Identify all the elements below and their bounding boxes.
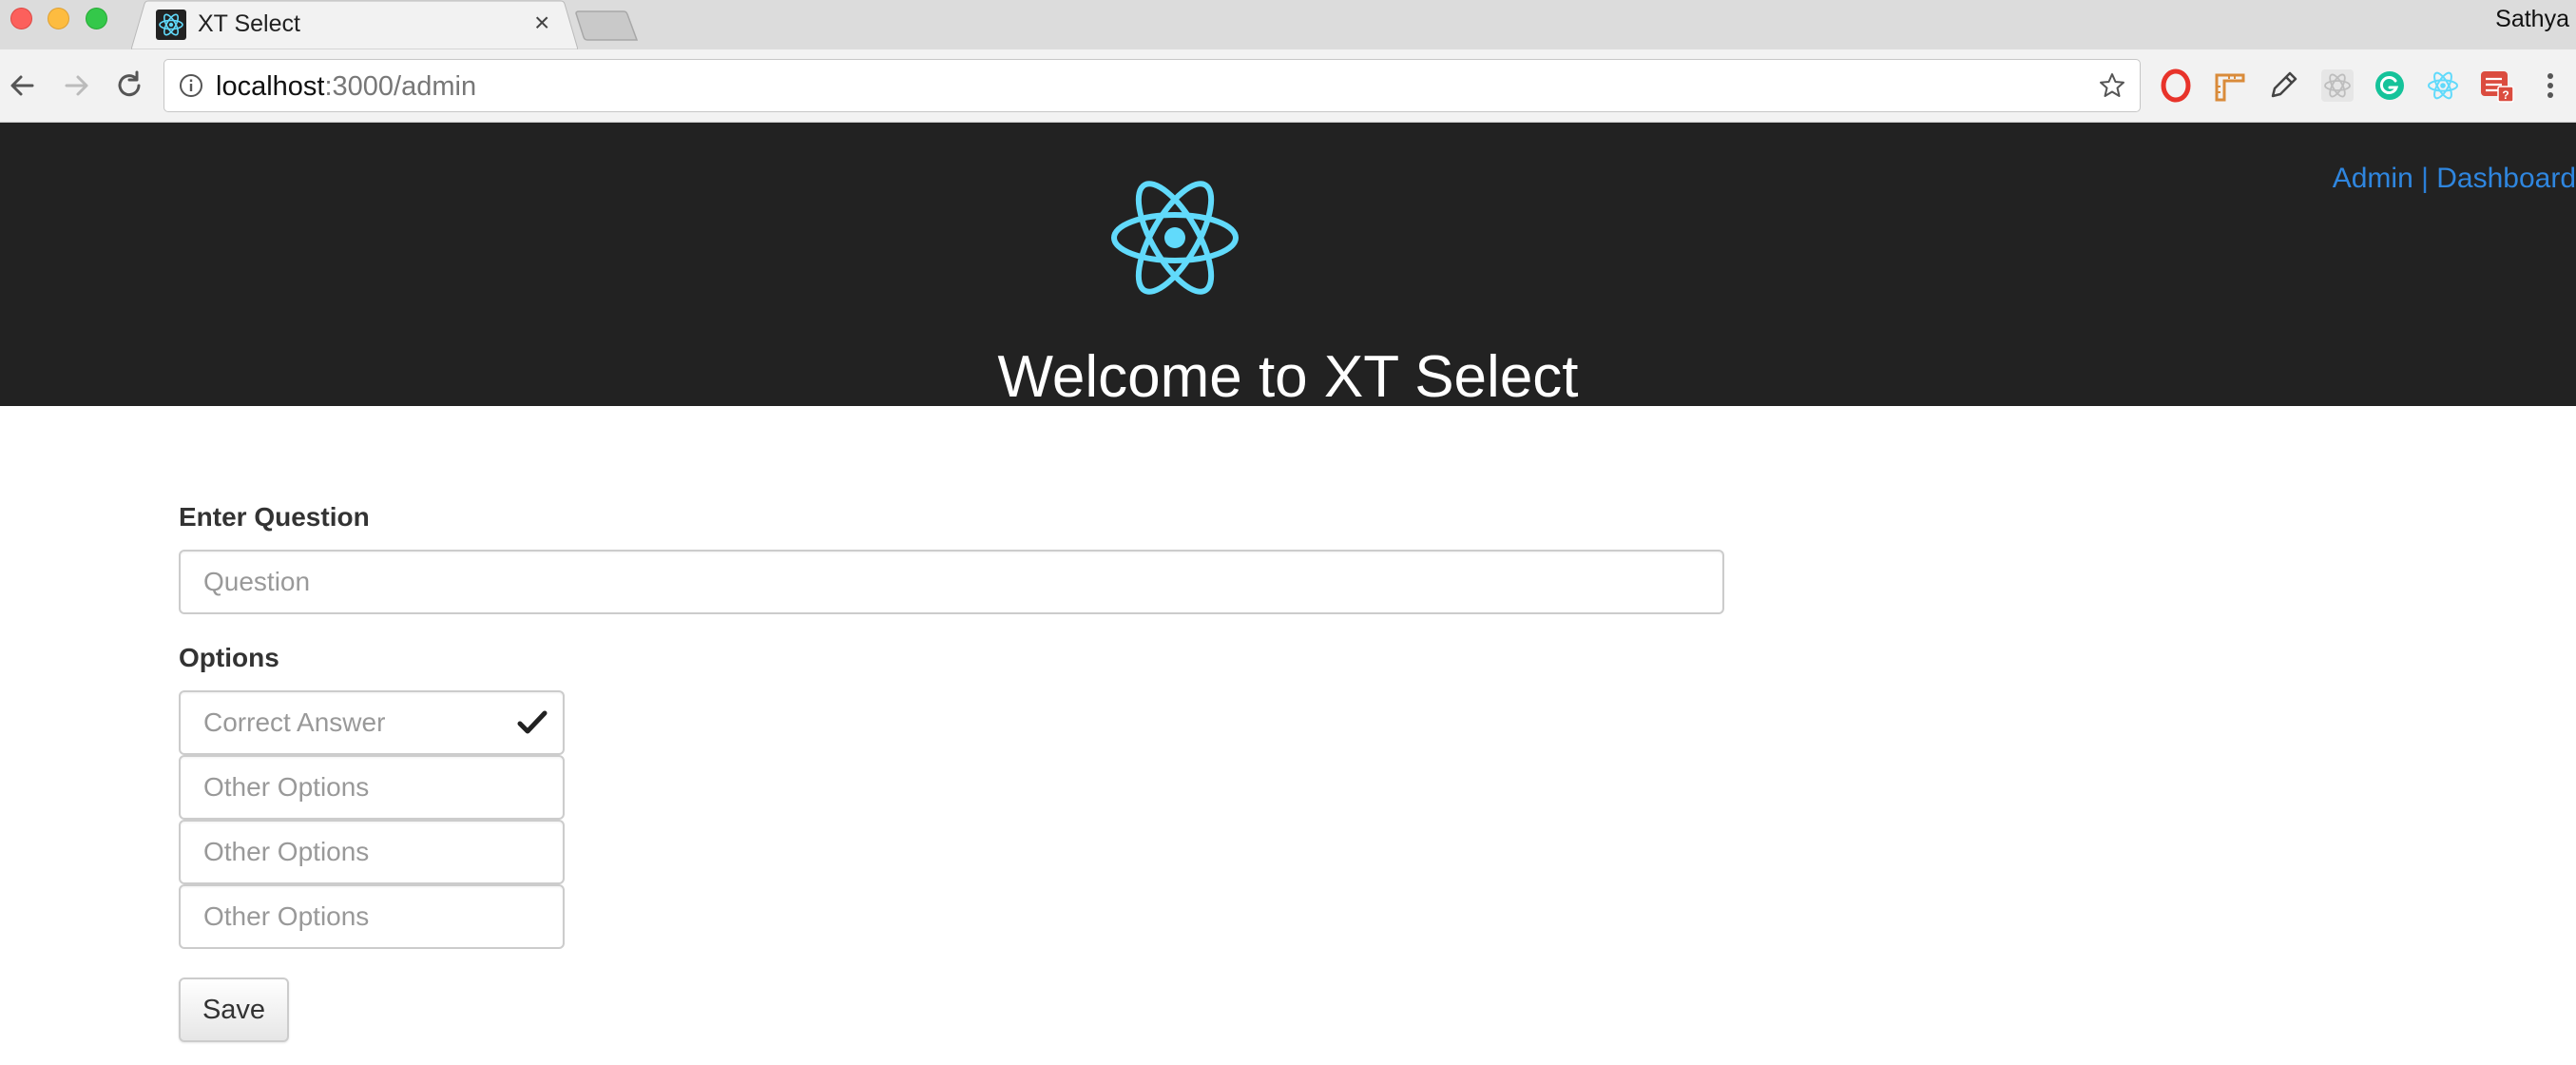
url-path: :3000/admin — [324, 71, 477, 102]
other-option-input[interactable] — [179, 884, 565, 949]
window-minimize-button[interactable] — [48, 8, 69, 29]
app-header: Welcome to XT Select Admin | Dashboard — [0, 123, 2576, 406]
pencil-icon[interactable] — [2265, 68, 2301, 104]
browser-toolbar: localhost:3000/admin ? — [0, 49, 2576, 123]
svg-text:?: ? — [2502, 88, 2509, 102]
ruler-icon[interactable] — [2212, 68, 2248, 104]
forward-arrow-icon[interactable] — [57, 67, 95, 105]
tab-close-icon[interactable]: × — [534, 9, 549, 37]
new-tab-button[interactable] — [574, 8, 641, 44]
todoist-icon[interactable]: ? — [2479, 68, 2515, 104]
info-icon[interactable] — [178, 72, 204, 99]
tab-title: XT Select — [198, 10, 300, 37]
checkmark-icon — [517, 710, 548, 734]
react-gray-icon[interactable] — [2319, 68, 2355, 104]
other-option-input[interactable] — [179, 755, 565, 820]
question-label: Enter Question — [179, 502, 370, 532]
grammarly-icon[interactable] — [2372, 68, 2408, 104]
window-close-button[interactable] — [10, 8, 32, 29]
option-row — [179, 755, 565, 820]
save-button[interactable]: Save — [179, 978, 289, 1042]
react-favicon-icon — [156, 10, 186, 40]
reload-icon[interactable] — [110, 67, 148, 105]
menu-dots-icon[interactable] — [2532, 68, 2568, 104]
browser-tab-active[interactable]: XT Select × — [131, 0, 578, 49]
options-label: Options — [179, 643, 279, 672]
question-input[interactable] — [179, 550, 1724, 614]
admin-link[interactable]: Admin — [2333, 163, 2413, 194]
profile-name[interactable]: Sathya — [2495, 6, 2569, 33]
url-host: localhost — [216, 71, 325, 102]
back-arrow-icon[interactable] — [4, 67, 42, 105]
dashboard-link[interactable]: Dashboard — [2436, 163, 2576, 194]
option-row — [179, 820, 565, 884]
correct-answer-input[interactable] — [179, 690, 565, 755]
browser-tab-strip: XT Select × Sathya — [0, 0, 2576, 49]
opera-icon[interactable] — [2158, 68, 2194, 104]
other-option-input[interactable] — [179, 820, 565, 884]
nav-separator: | — [2413, 163, 2437, 194]
option-row-correct — [179, 690, 565, 755]
address-url: localhost:3000/admin — [216, 71, 476, 103]
react-logo-icon — [1111, 181, 1239, 295]
page-title: Welcome to XT Select — [997, 344, 1579, 406]
react-devtools-icon[interactable] — [2425, 68, 2461, 104]
window-maximize-button[interactable] — [86, 8, 107, 29]
option-row — [179, 884, 565, 949]
bookmark-star-icon[interactable] — [2098, 71, 2126, 100]
header-nav: Admin | Dashboard — [2333, 163, 2576, 195]
address-bar[interactable]: localhost:3000/admin — [163, 59, 2141, 112]
